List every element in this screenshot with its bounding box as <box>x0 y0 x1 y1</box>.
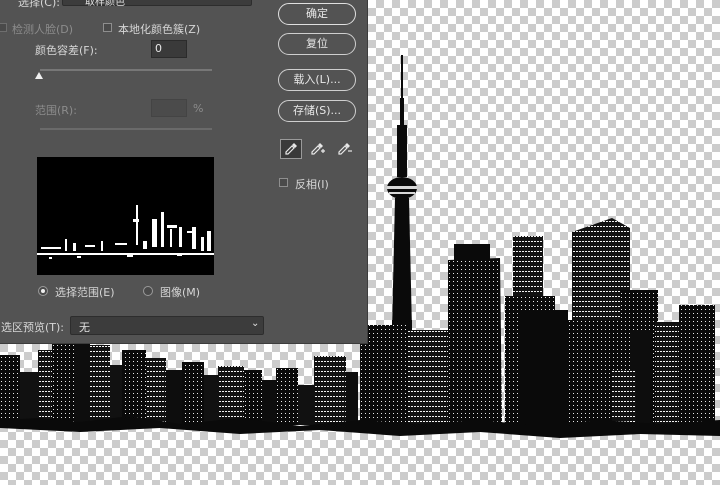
localized-clusters-label: 本地化颜色簇(Z) <box>118 23 201 36</box>
range-input[interactable] <box>151 99 187 117</box>
fuzziness-label: 颜色容差(F): <box>35 44 98 57</box>
select-value: 取样颜色 <box>85 0 125 8</box>
selection-preview <box>37 157 214 275</box>
eyedropper-plus-icon <box>311 143 325 155</box>
preview-value: 无 <box>79 321 90 334</box>
fuzziness-input[interactable]: 0 <box>151 40 187 58</box>
range-slider-track[interactable] <box>40 128 212 130</box>
fuzziness-slider-handle[interactable] <box>35 72 43 79</box>
eyedropper-plus-tool[interactable] <box>307 139 329 159</box>
detect-faces-checkbox[interactable] <box>0 23 7 32</box>
radio-selection-label: 选择范围(E) <box>55 286 115 299</box>
eyedropper-minus-tool[interactable] <box>334 139 356 159</box>
chevron-down-icon: ⌄ <box>239 0 247 2</box>
preview-label: 选区预览(T): <box>1 321 65 334</box>
radio-image[interactable] <box>143 286 153 296</box>
chevron-down-icon: ⌄ <box>251 318 260 329</box>
save-button[interactable]: 存储(S)... <box>278 100 356 122</box>
skyline-left <box>0 340 358 427</box>
detect-faces-label: 检测人脸(D) <box>12 23 74 36</box>
localized-clusters-checkbox[interactable] <box>103 23 112 32</box>
selection-preview-image <box>37 205 214 259</box>
radio-selection[interactable] <box>38 286 48 296</box>
skyline-right <box>360 218 715 426</box>
invert-label: 反相(I) <box>295 178 329 191</box>
select-label: 选择(C): <box>18 0 60 9</box>
radio-image-label: 图像(M) <box>160 286 201 299</box>
ok-button[interactable]: 确定 <box>278 3 356 25</box>
color-range-dialog: 选择(C): ✎ 取样颜色 ⌄ 检测人脸(D) 本地化颜色簇(Z) 颜色容差(F… <box>0 0 368 344</box>
eyedropper-tool[interactable] <box>280 139 302 159</box>
preview-dropdown[interactable]: 无 ⌄ <box>70 316 264 335</box>
eyedropper-minus-icon <box>338 143 352 155</box>
select-dropdown[interactable]: ✎ 取样颜色 ⌄ <box>62 0 252 8</box>
range-unit: % <box>193 102 204 115</box>
eyedropper-icon <box>285 143 297 155</box>
eyedropper-icon: ✎ <box>71 0 79 3</box>
load-button[interactable]: 载入(L)... <box>278 69 356 91</box>
range-label: 范围(R): <box>35 104 77 117</box>
fuzziness-slider-track[interactable] <box>40 69 212 71</box>
invert-checkbox[interactable] <box>279 178 288 187</box>
reset-button[interactable]: 复位 <box>278 33 356 55</box>
